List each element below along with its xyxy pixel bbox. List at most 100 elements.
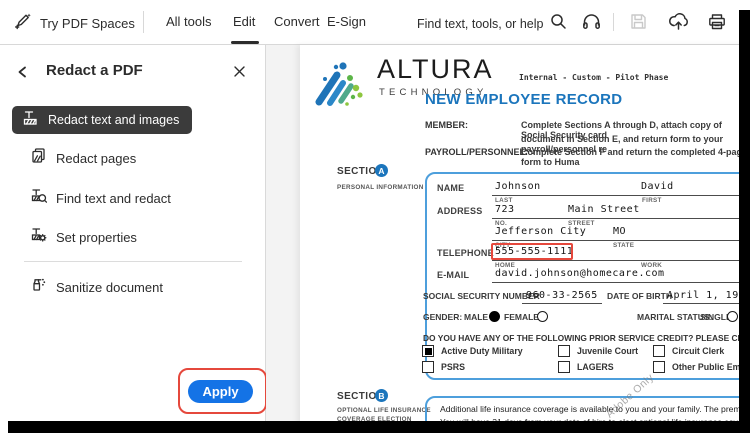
checkbox-psrs [422,361,434,373]
app-window: Try PDF Spaces All tools Edit Convert E-… [0,0,750,433]
read-aloud-button[interactable] [581,11,602,37]
city-underline [492,240,750,241]
back-chevron-icon [16,66,30,83]
service-credit-question: DO YOU HAVE ANY OF THE FOLLOWING PRIOR S… [423,333,750,343]
email-label: E-MAIL [437,270,470,280]
checkbox-label: Circuit Clerk [672,346,725,356]
altura-logo-icon [312,57,372,112]
set-properties-icon [30,226,47,248]
checkbox-juvenile-court [558,345,570,357]
street-no-value: 723 [495,204,515,215]
ssn-label: SOCIAL SECURITY NUMBER [423,291,540,301]
redact-text-icon [22,109,39,131]
save-icon [629,14,648,35]
male-label: MALE [464,312,489,322]
panel-item-sanitize-document[interactable]: Sanitize document [12,275,163,299]
checkbox-label: LAGERS [577,362,614,372]
panel-divider [24,261,242,262]
headphones-icon [581,14,602,36]
ssn-value: 960-33-2565 [526,290,598,301]
last-name-value: Johnson [495,181,541,192]
tab-e-sign[interactable]: E-Sign [327,14,366,29]
share-button[interactable] [668,11,689,37]
first-caption: FIRST [642,197,662,204]
try-pdf-spaces-label: Try PDF Spaces [40,16,135,31]
find-redact-icon [30,187,48,209]
ssn-underline [522,303,602,304]
checkbox-label: Active Duty Military [441,346,523,356]
panel-item-label: Find text and redact [56,190,171,206]
panel-item-set-properties[interactable]: Set properties [12,225,137,249]
search-label: Find text, tools, or help [417,17,544,31]
try-pdf-spaces-button[interactable]: Try PDF Spaces [13,11,135,36]
section-a-subtitle: PERSONAL INFORMATION [337,184,424,191]
female-label: FEMALE [504,312,539,322]
document-title: NEW EMPLOYEE RECORD [425,91,623,108]
redact-pages-icon [30,147,47,169]
viewer-gutter [266,45,300,433]
print-icon [707,14,727,36]
panel-item-redact-text-and-images[interactable]: Redact text and images [12,106,192,134]
address-underline [492,218,750,219]
female-radio [537,311,548,322]
close-panel-button[interactable] [233,65,246,83]
close-icon [233,65,246,82]
dob-underline [663,303,749,304]
name-underline [492,195,750,196]
tab-edit[interactable]: Edit [233,14,255,29]
tab-convert[interactable]: Convert [274,14,320,29]
panel-item-redact-pages[interactable]: Redact pages [12,146,136,170]
state-value: MO [613,226,627,237]
payroll-label: PAYROLL/PERSONNEL: [425,147,529,157]
classification-stamp: Internal - Custom - Pilot Phase [519,73,669,82]
member-label: MEMBER: [425,120,468,130]
apply-button[interactable]: Apply [188,380,253,403]
tab-edit-active-indicator [231,41,259,44]
sanitize-icon [30,276,47,298]
street-value: Main Street [568,204,640,215]
panel-item-find-text-and-redact[interactable]: Find text and redact [12,186,171,210]
print-button[interactable] [707,12,727,37]
window-shadow-bottom [8,421,750,433]
email-value: david.johnson@homecare.com [495,268,665,279]
search-icon [550,13,567,35]
back-button[interactable] [16,65,30,84]
pen-plus-icon [13,11,33,36]
toolbar-divider-2 [613,13,614,31]
window-shadow-right [739,10,750,433]
state-caption: STATE [613,242,635,249]
panel-item-label: Redact text and images [48,113,180,127]
single-radio [727,311,738,322]
toolbar-divider [143,11,144,33]
section-b-badge: B [375,389,388,402]
tab-all-tools[interactable]: All tools [166,14,212,29]
upload-cloud-icon [668,13,689,36]
top-toolbar: Try PDF Spaces All tools Edit Convert E-… [0,0,750,45]
redact-panel: Redact a PDF Redact text and images Reda… [0,45,267,433]
panel-title: Redact a PDF [46,62,143,79]
panel-item-label: Set properties [56,229,137,245]
checkbox-lagers [558,361,570,373]
email-underline [492,282,750,283]
payroll-instruction-line: Complete Section F and return the comple… [521,147,748,167]
logo-name: ALTURA [377,54,494,84]
panel-item-label: Sanitize document [56,279,163,295]
last-caption: LAST [495,197,513,204]
save-button[interactable] [629,12,648,36]
city-value: Jefferson City [495,226,587,237]
section-a-badge: A [375,164,388,177]
panel-item-label: Redact pages [56,150,137,166]
checkbox-active-duty-military [422,345,434,357]
checkbox-circuit-clerk [653,345,665,357]
dob-value: April 1, 1968 [667,290,750,301]
address-label: ADDRESS [437,206,483,216]
checkbox-label: PSRS [441,362,465,372]
phone-annotation-ring [491,243,573,260]
gender-label: GENDER: [423,312,463,322]
first-name-value: David [641,181,674,192]
search-box[interactable]: Find text, tools, or help [417,13,567,35]
name-label: NAME [437,183,465,193]
dob-label: DATE OF BIRTH [607,291,673,301]
section-b-line1: Additional life insurance coverage is av… [440,404,750,414]
section-b-subtitle-1: OPTIONAL LIFE INSURANCE [337,407,431,414]
